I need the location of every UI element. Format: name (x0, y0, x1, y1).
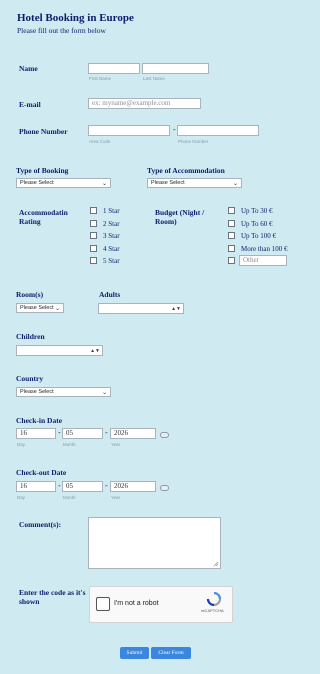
form-title: Hotel Booking in Europe (17, 12, 134, 24)
rating-options: 1 Star 2 Star 3 Star 4 Star 5 Star (90, 207, 120, 270)
date-separator: - (105, 481, 108, 490)
children-input[interactable]: ▲▼ (16, 345, 103, 356)
phone-separator: - (173, 125, 176, 134)
email-label: E-mail (19, 100, 41, 109)
accommodation-type-value: Please Select (151, 180, 185, 186)
comments-label: Comment(s): (19, 520, 62, 529)
resize-handle-icon[interactable] (213, 561, 219, 567)
budget-option[interactable]: Up To 100 € (228, 232, 287, 245)
calendar-icon[interactable] (160, 485, 169, 491)
budget-options: Up To 30 € Up To 60 € Up To 100 € More t… (228, 207, 287, 257)
checkin-year-sublabel: Year (111, 442, 121, 447)
chevron-down-icon: ⌄ (54, 306, 60, 312)
checkout-month-sublabel: Month (63, 495, 76, 500)
checkbox[interactable] (228, 257, 235, 264)
checkbox[interactable] (90, 257, 97, 264)
last-name-input[interactable] (142, 63, 209, 74)
name-label: Name (19, 64, 38, 73)
date-separator: - (105, 428, 108, 437)
email-input[interactable]: ex: myname@example.com (88, 98, 201, 109)
checkout-month-input[interactable]: 05 (62, 481, 103, 492)
recaptcha-brand: reCAPTCHA (201, 608, 224, 613)
comments-textarea[interactable] (88, 517, 221, 569)
rating-option[interactable]: 1 Star (90, 207, 120, 220)
checkbox[interactable] (228, 207, 235, 214)
chevron-down-icon: ⌄ (101, 390, 107, 396)
chevron-down-icon: ⌄ (232, 181, 238, 187)
accommodation-type-select[interactable]: Please Select ⌄ (147, 178, 242, 188)
recaptcha-logo-icon (206, 592, 222, 606)
first-name-sublabel: First Name (89, 76, 112, 81)
checkout-year-sublabel: Year (111, 495, 121, 500)
checkin-month-input[interactable]: 05 (62, 428, 103, 439)
checkout-year-input[interactable]: 2026 (110, 481, 156, 492)
rooms-value: Please Select (20, 305, 54, 311)
budget-label: Budget (Night / Room) (155, 208, 205, 226)
checkbox[interactable] (90, 244, 97, 252)
country-label: Country (16, 374, 44, 383)
area-code-sublabel: Area Code (89, 139, 111, 144)
checkbox[interactable] (90, 207, 97, 214)
phone-number-input[interactable] (177, 125, 259, 136)
form-subtitle: Please fill out the form below (17, 26, 106, 35)
booking-type-select[interactable]: Please Select ⌄ (16, 178, 111, 188)
children-label: Children (16, 332, 45, 341)
rating-option[interactable]: 4 Star (90, 244, 120, 258)
recaptcha-label: I'm not a robot (114, 600, 159, 607)
spinner-arrows-icon[interactable]: ▲▼ (171, 305, 181, 313)
checkbox[interactable] (228, 232, 235, 239)
country-select[interactable]: Please Select ⌄ (16, 387, 111, 397)
recaptcha-checkbox[interactable] (96, 597, 110, 611)
phone-label: Phone Number (19, 127, 68, 136)
checkin-month-sublabel: Month (63, 442, 76, 447)
checkbox[interactable] (90, 232, 97, 239)
checkbox[interactable] (228, 244, 235, 252)
country-value: Please Select (20, 389, 54, 395)
adults-input[interactable]: ▲▼ (98, 303, 184, 314)
last-name-sublabel: Last Name (143, 76, 165, 81)
checkin-day-sublabel: Day (17, 442, 26, 447)
rating-option[interactable]: 3 Star (90, 232, 120, 245)
recaptcha-widget: I'm not a robot reCAPTCHA (89, 586, 233, 623)
calendar-icon[interactable] (160, 432, 169, 438)
rating-option[interactable]: 2 Star (90, 219, 120, 233)
checkin-label: Check-in Date (16, 416, 63, 425)
first-name-input[interactable] (88, 63, 140, 74)
clear-form-button[interactable]: Clear Form (151, 647, 191, 659)
rating-option[interactable]: 5 Star (90, 257, 120, 270)
phone-number-sublabel: Phone Number (178, 139, 209, 144)
submit-button[interactable]: Submit (120, 647, 149, 659)
budget-option[interactable]: Up To 30 € (228, 207, 287, 220)
checkbox[interactable] (90, 219, 97, 227)
rooms-select[interactable]: Please Select ⌄ (16, 303, 64, 313)
booking-type-label: Type of Booking (16, 166, 69, 175)
date-separator: - (58, 428, 61, 437)
budget-option[interactable]: Up To 60 € (228, 219, 287, 233)
date-separator: - (58, 481, 61, 490)
checkbox[interactable] (228, 219, 235, 227)
area-code-input[interactable] (88, 125, 170, 136)
checkout-day-sublabel: Day (17, 495, 26, 500)
captcha-label: Enter the code as it's shown (19, 588, 86, 606)
checkin-day-input[interactable]: 16 (16, 428, 56, 439)
budget-other-input[interactable]: Other (239, 255, 287, 266)
checkout-label: Check-out Date (16, 468, 67, 477)
adults-label: Adults (99, 290, 121, 299)
rating-label: Accommodatin Rating (19, 208, 68, 226)
checkin-year-input[interactable]: 2026 (110, 428, 156, 439)
spinner-arrows-icon[interactable]: ▲▼ (90, 347, 100, 355)
booking-type-value: Please Select (20, 180, 54, 186)
rooms-label: Room(s) (16, 290, 44, 299)
checkout-day-input[interactable]: 16 (16, 481, 56, 492)
accommodation-type-label: Type of Accommodation (147, 166, 225, 175)
chevron-down-icon: ⌄ (101, 181, 107, 187)
